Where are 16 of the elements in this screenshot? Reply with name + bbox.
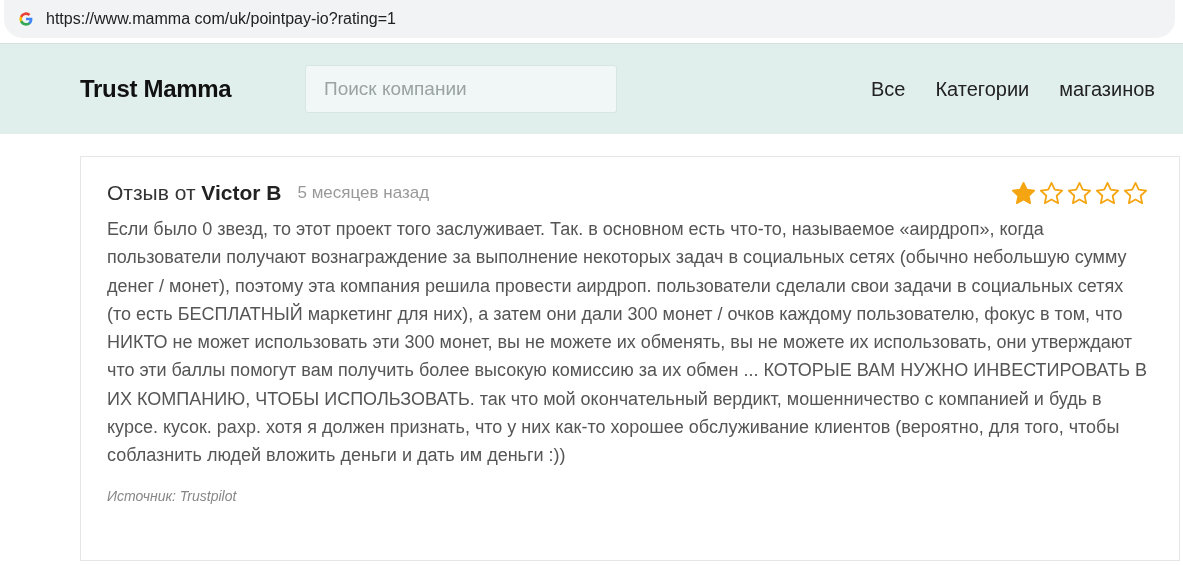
review-date: 5 месяцев назад (297, 183, 430, 203)
star-icon (1122, 179, 1149, 207)
star-icon (1094, 179, 1121, 207)
site-logo[interactable]: Trust Mamma (80, 75, 305, 103)
star-icon (1038, 179, 1065, 207)
nav-link[interactable]: Все (870, 77, 906, 101)
url-text[interactable]: https://www.mamma com/uk/pointpay-io?rating=1 (46, 10, 396, 28)
google-icon (18, 11, 34, 27)
star-icon (1066, 179, 1093, 207)
review-title: Отзыв от Victor B (107, 181, 282, 205)
nav-link[interactable]: Категории (935, 77, 1030, 101)
nav-link[interactable]: магазинов (1059, 77, 1155, 101)
search-field[interactable]: Поиск компании (305, 65, 617, 113)
review-source: Источник: Trustpilot (107, 487, 238, 504)
review-text: Если было 0 звезд, то этот проект того заслуживает. Так. в основном есть что-то, называемое «аирдроп», когда пользователи получают вознаграждение за выполнение некоторых задач в социальных сетях (обычно небольшую сумму денег / монет), поэтому эта компания решила провести аирдроп. пользователи сделали свои задачи в социальных сетях (то есть БЕСПЛАТНЫЙ маркетинг для них), а затем они дали 300 монет / очков каждому пользователю, фокус в том, что НИКТО не может использовать эти 300 монет, вы не можете их обменять, вы не можете их использовать, они утверждают что эти баллы помогут вам получить более высокую комиссию за их обмен ... КОТОРЫЕ ВАМ НУЖНО ИНВЕСТИРОВАТЬ В ИХ КОМПАНИЮ, ЧТОБЫ ИСПОЛЬЗОВАТЬ. так что мой окончательный вердикт, мошенничество с компанией и будь в курсе. кусок. рахр. хотя я должен признать, что у них как-то хорошее обслуживание клиентов (вероятно, для того, чтобы соблазнить людей вложить деньги и дать им деньги :)) (107, 218, 1148, 468)
star-icon (1010, 179, 1037, 207)
